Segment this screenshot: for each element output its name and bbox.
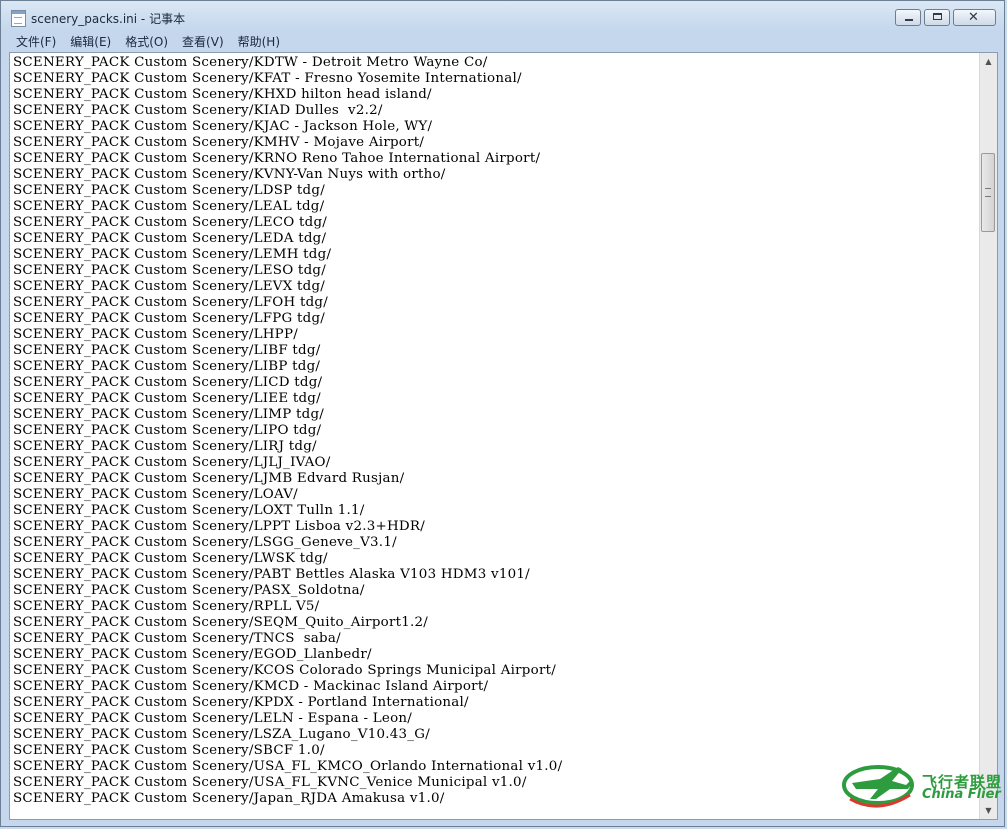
- text-line: SCENERY_PACK Custom Scenery/KVNY-Van Nuy…: [13, 167, 446, 182]
- text-line: SCENERY_PACK Custom Scenery/LIPO tdg/: [13, 423, 322, 438]
- text-line: SCENERY_PACK Custom Scenery/KCOS Colorad…: [13, 663, 556, 678]
- minimize-icon: [905, 19, 913, 21]
- close-button[interactable]: ✕: [953, 9, 996, 26]
- text-line: SCENERY_PACK Custom Scenery/LIRJ tdg/: [13, 439, 317, 454]
- text-line: SCENERY_PACK Custom Scenery/KJAC - Jacks…: [13, 119, 433, 134]
- caption-buttons: ✕: [892, 9, 996, 28]
- text-line: SCENERY_PACK Custom Scenery/LDSP tdg/: [13, 183, 325, 198]
- scroll-thumb[interactable]: [981, 153, 995, 232]
- text-line: SCENERY_PACK Custom Scenery/SBCF 1.0/: [13, 743, 325, 758]
- text-line: SCENERY_PACK Custom Scenery/Japan_RJDA A…: [13, 791, 445, 806]
- text-line: SCENERY_PACK Custom Scenery/LEVX tdg/: [13, 279, 326, 294]
- text-line: SCENERY_PACK Custom Scenery/LHPP/: [13, 327, 298, 342]
- text-line: SCENERY_PACK Custom Scenery/KFAT - Fresn…: [13, 71, 522, 86]
- minimize-button[interactable]: [895, 9, 921, 26]
- maximize-button[interactable]: [924, 9, 950, 26]
- watermark: 飞行者联盟 China Flier: [840, 755, 1007, 815]
- text-line: SCENERY_PACK Custom Scenery/LWSK tdg/: [13, 551, 328, 566]
- text-line: SCENERY_PACK Custom Scenery/PABT Bettles…: [13, 567, 530, 582]
- text-line: SCENERY_PACK Custom Scenery/LECO tdg/: [13, 215, 328, 230]
- text-line: SCENERY_PACK Custom Scenery/LJMB Edvard …: [13, 471, 405, 486]
- text-line: SCENERY_PACK Custom Scenery/LELN - Espan…: [13, 711, 413, 726]
- text-line: SCENERY_PACK Custom Scenery/LIBP tdg/: [13, 359, 321, 374]
- text-line: SCENERY_PACK Custom Scenery/USA_FL_KMCO_…: [13, 759, 563, 774]
- text-line: SCENERY_PACK Custom Scenery/LSZA_Lugano_…: [13, 727, 430, 742]
- text-line: SCENERY_PACK Custom Scenery/LEAL tdg/: [13, 199, 325, 214]
- text-line: SCENERY_PACK Custom Scenery/KPDX - Portl…: [13, 695, 469, 710]
- text-line: SCENERY_PACK Custom Scenery/TNCS saba/: [13, 631, 341, 646]
- text-line: SCENERY_PACK Custom Scenery/PASX_Soldotn…: [13, 583, 365, 598]
- text-line: SCENERY_PACK Custom Scenery/KRNO Reno Ta…: [13, 151, 541, 166]
- text-line: SCENERY_PACK Custom Scenery/LIMP tdg/: [13, 407, 325, 422]
- text-line: SCENERY_PACK Custom Scenery/LFOH tdg/: [13, 295, 328, 310]
- text-line: SCENERY_PACK Custom Scenery/RPLL V5/: [13, 599, 320, 614]
- text-line: SCENERY_PACK Custom Scenery/KMHV - Mojav…: [13, 135, 425, 150]
- window-title: scenery_packs.ini - 记事本: [31, 12, 186, 26]
- notepad-icon[interactable]: [11, 10, 26, 27]
- menu-file[interactable]: 文件(F): [9, 33, 63, 50]
- text-line: SCENERY_PACK Custom Scenery/LESO tdg/: [13, 263, 326, 278]
- text-line: SCENERY_PACK Custom Scenery/LJLJ_IVAO/: [13, 455, 331, 470]
- text-line: SCENERY_PACK Custom Scenery/LEMH tdg/: [13, 247, 332, 262]
- menu-format[interactable]: 格式(O): [118, 33, 175, 50]
- text-line: SCENERY_PACK Custom Scenery/LEDA tdg/: [13, 231, 327, 246]
- notepad-window: scenery_packs.ini - 记事本 ✕ 文件(F) 编辑(E) 格式…: [0, 0, 1005, 827]
- close-icon: ✕: [968, 10, 979, 25]
- text-line: SCENERY_PACK Custom Scenery/EGOD_Llanbed…: [13, 647, 372, 662]
- menu-view[interactable]: 查看(V): [175, 33, 231, 50]
- text-line: SCENERY_PACK Custom Scenery/LICD tdg/: [13, 375, 323, 390]
- menu-bar: 文件(F) 编辑(E) 格式(O) 查看(V) 帮助(H): [9, 32, 996, 51]
- scroll-up-arrow-icon[interactable]: ▲: [980, 53, 997, 70]
- text-editor[interactable]: SCENERY_PACK Custom Scenery/KDTW - Detro…: [9, 52, 998, 820]
- text-line: SCENERY_PACK Custom Scenery/LIBF tdg/: [13, 343, 321, 358]
- vertical-scrollbar[interactable]: ▲ ▼: [979, 53, 997, 819]
- text-line: SCENERY_PACK Custom Scenery/KHXD hilton …: [13, 87, 432, 102]
- menu-edit[interactable]: 编辑(E): [63, 33, 118, 50]
- watermark-english-text: China Flier: [922, 787, 1001, 802]
- title-bar[interactable]: scenery_packs.ini - 记事本 ✕: [1, 1, 1004, 32]
- text-line: SCENERY_PACK Custom Scenery/LIEE tdg/: [13, 391, 321, 406]
- china-flier-logo-icon: [842, 765, 914, 808]
- text-line: SCENERY_PACK Custom Scenery/KDTW - Detro…: [13, 55, 488, 70]
- maximize-icon: [933, 13, 942, 20]
- text-line: SCENERY_PACK Custom Scenery/LOXT Tulln 1…: [13, 503, 365, 518]
- text-line: SCENERY_PACK Custom Scenery/LFPG tdg/: [13, 311, 326, 326]
- text-line: SCENERY_PACK Custom Scenery/SEQM_Quito_A…: [13, 615, 429, 630]
- editor-content[interactable]: SCENERY_PACK Custom Scenery/KDTW - Detro…: [13, 55, 979, 819]
- text-line: SCENERY_PACK Custom Scenery/LPPT Lisboa …: [13, 519, 425, 534]
- text-line: SCENERY_PACK Custom Scenery/LSGG_Geneve_…: [13, 535, 397, 550]
- text-line: SCENERY_PACK Custom Scenery/KIAD Dulles …: [13, 103, 383, 118]
- text-line: SCENERY_PACK Custom Scenery/USA_FL_KVNC_…: [13, 775, 527, 790]
- menu-help[interactable]: 帮助(H): [231, 33, 287, 50]
- text-line: SCENERY_PACK Custom Scenery/LOAV/: [13, 487, 298, 502]
- text-line: SCENERY_PACK Custom Scenery/KMCD - Macki…: [13, 679, 489, 694]
